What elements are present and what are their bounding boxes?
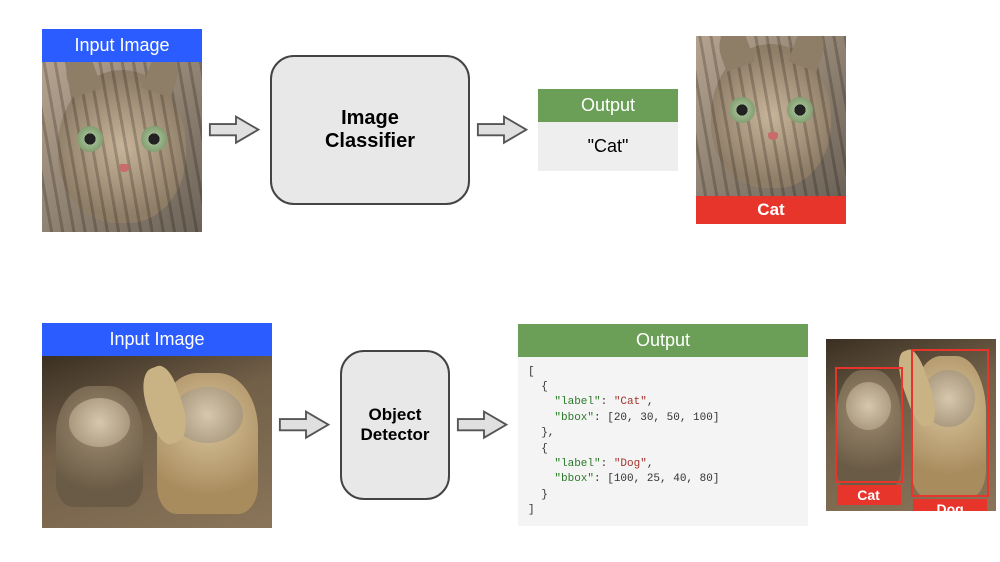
result-image-cat-dog: Cat Dog: [826, 339, 996, 511]
input-image-cat: [42, 62, 202, 232]
input-image-label: Input Image: [42, 29, 202, 62]
detector-result-image: Cat Dog: [826, 339, 996, 511]
output-header: Output: [518, 324, 808, 357]
classifier-output-value: "Cat": [538, 122, 678, 171]
classifier-pipeline: Input Image Image Classifier Output "Cat…: [0, 30, 1000, 230]
input-image-cat-dog: [42, 356, 272, 528]
arrow-icon: [208, 111, 264, 148]
bbox-dog: Dog: [911, 349, 989, 497]
bbox-dog-label: Dog: [913, 499, 987, 511]
input-image-block: Input Image: [42, 323, 272, 528]
result-image-cat: [696, 36, 846, 196]
detector-output-json: [ { "label": "Cat", "bbox": [20, 30, 50,…: [518, 357, 808, 527]
arrow-icon: [476, 111, 532, 148]
arrow-icon: [278, 406, 334, 443]
input-image-block: Input Image: [42, 29, 202, 232]
detector-output-box: Output [ { "label": "Cat", "bbox": [20, …: [518, 324, 808, 527]
detector-pipeline: Input Image Object Detector Output [ { "…: [0, 320, 1000, 530]
classifier-result-image: Cat: [696, 36, 846, 224]
arrow-icon: [456, 406, 512, 443]
bbox-cat-label: Cat: [837, 485, 901, 505]
output-header: Output: [538, 89, 678, 122]
classifier-result-caption: Cat: [696, 196, 846, 224]
bbox-cat: Cat: [835, 367, 903, 484]
input-image-label: Input Image: [42, 323, 272, 356]
detector-model-label: Object Detector: [361, 405, 430, 445]
classifier-model-box: Image Classifier: [270, 55, 470, 205]
classifier-output-box: Output "Cat": [538, 89, 678, 171]
classifier-model-label: Image Classifier: [325, 107, 415, 153]
detector-model-box: Object Detector: [340, 350, 450, 500]
